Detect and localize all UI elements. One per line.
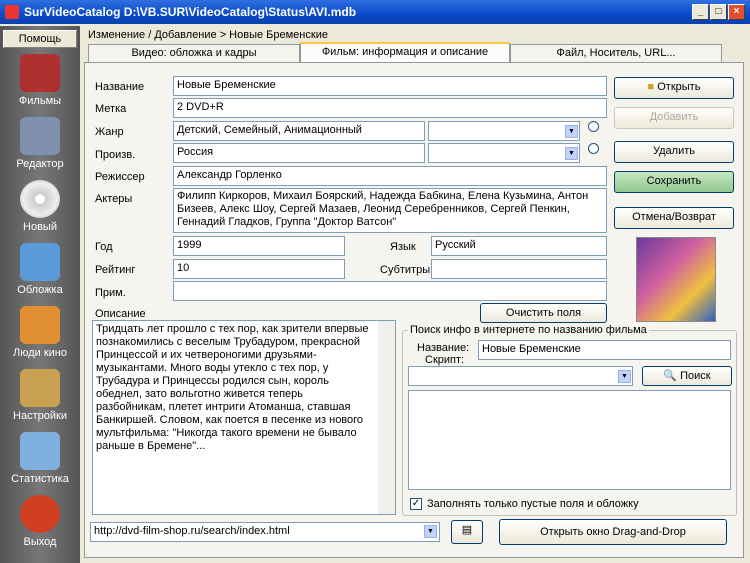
search-button[interactable]: 🔍 Поиск bbox=[642, 366, 732, 386]
chevron-down-icon: ▼ bbox=[618, 370, 631, 383]
nav-label: Новый bbox=[23, 221, 57, 233]
nav-label: Люди кино bbox=[13, 347, 67, 359]
add-button[interactable]: Добавить bbox=[614, 107, 734, 129]
actors-input[interactable]: Филипп Киркоров, Михаил Боярский, Надежд… bbox=[173, 188, 607, 233]
app-icon bbox=[5, 5, 19, 19]
title-bar: SurVideoCatalog D:\VB.SUR\VideoCatalog\S… bbox=[0, 0, 750, 24]
sidebar-item-editor[interactable]: Редактор bbox=[0, 115, 80, 177]
genre-label: Жанр bbox=[95, 126, 124, 138]
genre-select[interactable]: ▼ bbox=[428, 121, 580, 141]
search-icon: 🔍 bbox=[663, 370, 681, 382]
search-script-label: Скрипт: bbox=[425, 354, 465, 366]
cover-image[interactable] bbox=[636, 237, 716, 322]
tag-label: Метка bbox=[95, 103, 127, 115]
delete-button[interactable]: Удалить bbox=[614, 141, 734, 163]
note-input[interactable] bbox=[173, 281, 607, 301]
chevron-down-icon[interactable]: ▼ bbox=[424, 525, 437, 538]
title-label: Название bbox=[95, 81, 145, 93]
language-input[interactable]: Русский bbox=[431, 236, 607, 256]
help-button[interactable]: Помощь bbox=[3, 30, 77, 48]
sidebar: Помощь Фильмы Редактор Новый Обложка Люд… bbox=[0, 26, 80, 563]
disk-icon: ▤ bbox=[461, 524, 473, 536]
save-url-button[interactable]: ▤ bbox=[451, 520, 483, 544]
save-button[interactable]: Сохранить bbox=[614, 171, 734, 193]
script-select[interactable]: ▼ bbox=[408, 366, 633, 386]
breadcrumb: Изменение / Добавление > Новые Бременски… bbox=[88, 29, 328, 41]
editor-icon bbox=[20, 117, 60, 155]
country-label: Произв. bbox=[95, 149, 136, 161]
description-textarea[interactable]: Тридцать лет прошло с тех пор, как зрите… bbox=[92, 320, 396, 515]
genre-input[interactable]: Детский, Семейный, Анимационный bbox=[173, 121, 425, 141]
clear-fields-button[interactable]: Очистить поля bbox=[480, 303, 607, 323]
year-label: Год bbox=[95, 241, 113, 253]
people-icon bbox=[20, 306, 60, 344]
director-label: Режиссер bbox=[95, 171, 145, 183]
nav-label: Статистика bbox=[11, 473, 69, 485]
language-label: Язык bbox=[390, 241, 416, 253]
tab-video[interactable]: Видео: обложка и кадры bbox=[88, 44, 300, 62]
title-input[interactable]: Новые Бременские bbox=[173, 76, 607, 96]
cancel-button[interactable]: Отмена/Возврат bbox=[614, 207, 734, 229]
actors-label: Актеры bbox=[95, 193, 133, 205]
folder-icon: ■ bbox=[647, 81, 658, 93]
country-select[interactable]: ▼ bbox=[428, 143, 580, 163]
nav-label: Настройки bbox=[13, 410, 67, 422]
sidebar-item-new[interactable]: Новый bbox=[0, 178, 80, 240]
only-empty-checkbox[interactable]: ✓ bbox=[410, 498, 422, 510]
tag-input[interactable]: 2 DVD+R bbox=[173, 98, 607, 118]
sidebar-item-settings[interactable]: Настройки bbox=[0, 367, 80, 429]
chevron-down-icon: ▼ bbox=[565, 147, 578, 160]
subtitles-input[interactable] bbox=[431, 259, 607, 279]
sidebar-item-cover[interactable]: Обложка bbox=[0, 241, 80, 303]
settings-icon bbox=[20, 369, 60, 407]
rating-input[interactable]: 10 bbox=[173, 259, 345, 279]
url-select[interactable]: http://dvd-film-shop.ru/search/index.htm… bbox=[90, 522, 440, 542]
country-input[interactable]: Россия bbox=[173, 143, 425, 163]
year-input[interactable]: 1999 bbox=[173, 236, 345, 256]
maximize-button[interactable]: □ bbox=[710, 4, 727, 20]
window-title: SurVideoCatalog D:\VB.SUR\VideoCatalog\S… bbox=[24, 5, 357, 19]
subtitles-label: Субтитры bbox=[380, 264, 431, 276]
genre-radio[interactable] bbox=[588, 121, 599, 132]
note-label: Прим. bbox=[95, 287, 126, 299]
film-icon bbox=[20, 54, 60, 92]
drag-and-drop-button[interactable]: Открыть окно Drag-and-Drop bbox=[499, 519, 727, 545]
nav-label: Обложка bbox=[17, 284, 63, 296]
rating-label: Рейтинг bbox=[95, 264, 136, 276]
sidebar-item-stats[interactable]: Статистика bbox=[0, 430, 80, 492]
search-name-input[interactable]: Новые Бременские bbox=[478, 340, 731, 360]
open-button[interactable]: ■ Открыть bbox=[614, 77, 734, 99]
search-group-title: Поиск инфо в интернете по названию фильм… bbox=[408, 324, 649, 336]
tab-file[interactable]: Файл, Носитель, URL... bbox=[510, 44, 722, 62]
stats-icon bbox=[20, 432, 60, 470]
exit-icon bbox=[20, 495, 60, 533]
tab-film-info[interactable]: Фильм: информация и описание bbox=[300, 42, 510, 63]
search-name-label: Название: bbox=[417, 342, 470, 354]
minimize-button[interactable]: _ bbox=[692, 4, 709, 20]
close-button[interactable]: × bbox=[728, 4, 745, 20]
search-label: Поиск bbox=[680, 370, 711, 382]
director-input[interactable]: Александр Горленко bbox=[173, 166, 607, 186]
sidebar-item-exit[interactable]: Выход bbox=[0, 493, 80, 555]
description-label: Описание bbox=[95, 308, 146, 320]
nav-label: Фильмы bbox=[18, 95, 62, 107]
sidebar-item-films[interactable]: Фильмы bbox=[0, 52, 80, 114]
cover-icon bbox=[20, 243, 60, 281]
description-scrollbar[interactable] bbox=[378, 321, 395, 514]
sidebar-item-people[interactable]: Люди кино bbox=[0, 304, 80, 366]
nav-label: Редактор bbox=[16, 158, 64, 170]
chevron-down-icon: ▼ bbox=[565, 125, 578, 138]
search-results[interactable] bbox=[408, 390, 731, 490]
only-empty-label: Заполнять только пустые поля и обложку bbox=[427, 498, 639, 510]
country-radio[interactable] bbox=[588, 143, 599, 154]
open-label: Открыть bbox=[657, 81, 701, 93]
nav-label: Выход bbox=[23, 536, 57, 548]
disc-icon bbox=[20, 180, 60, 218]
